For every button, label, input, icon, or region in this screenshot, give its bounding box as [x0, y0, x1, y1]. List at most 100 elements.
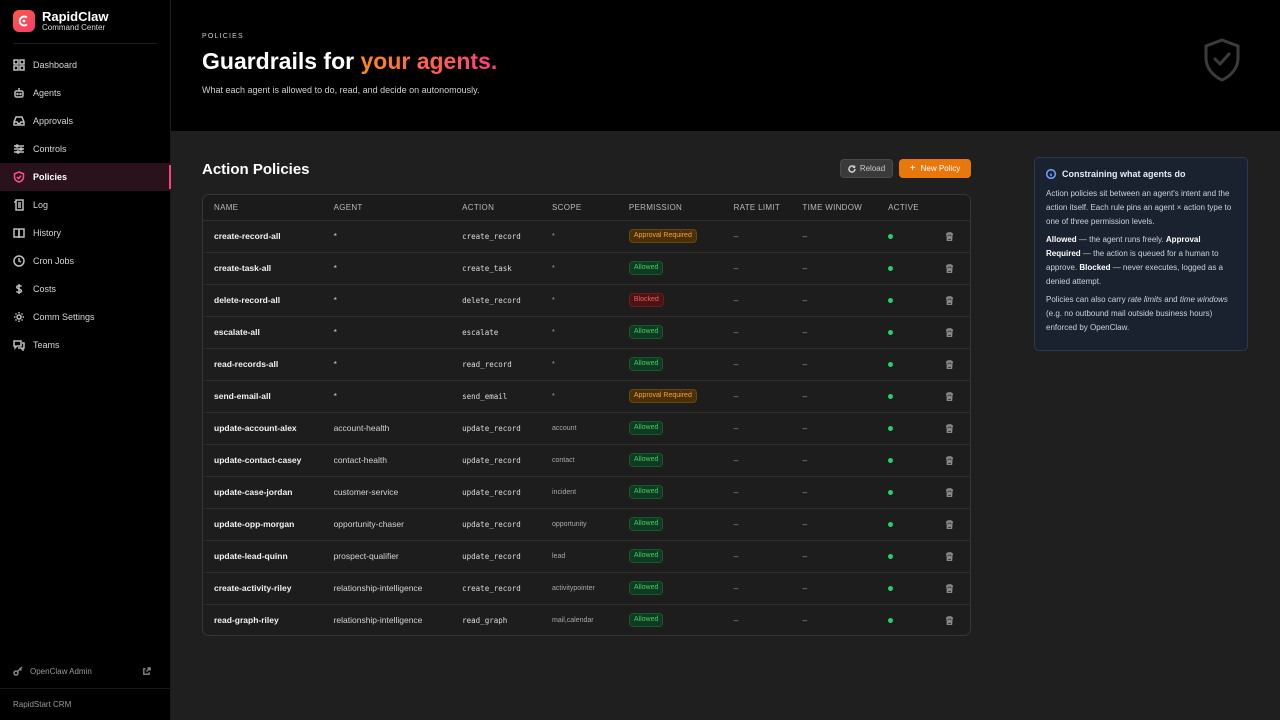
sidebar-item-label: Log [33, 200, 49, 210]
brand[interactable]: RapidClaw Command Center [13, 10, 108, 32]
sidebar-item-agents[interactable]: Agents [0, 79, 171, 107]
active-status-dot[interactable] [888, 554, 894, 559]
sidebar-item-approvals[interactable]: Approvals [0, 107, 171, 135]
sidebar-item-history[interactable]: History [0, 219, 171, 247]
table-row[interactable]: escalate-all * escalate * Allowed – – [203, 316, 970, 349]
inbox-icon [13, 116, 25, 126]
column-header-actions [934, 195, 970, 221]
policy-action: create_task [451, 252, 541, 285]
table-row[interactable]: update-opp-morgan opportunity-chaser updat… [203, 508, 970, 541]
trash-icon[interactable] [945, 423, 954, 433]
table-row[interactable]: update-account-alex account-health update_… [203, 412, 970, 445]
table-row[interactable]: send-email-all * send_email * Approval Requi… [203, 380, 970, 413]
sidebar-item-label: Agents [33, 88, 62, 98]
active-status-dot[interactable] [888, 426, 894, 431]
brand-name: RapidClaw [42, 9, 109, 24]
sidebar-nav: Dashboard Agents Approvals Controls Poli… [0, 51, 171, 359]
trash-icon[interactable] [945, 519, 954, 529]
info-text: Policies can also carry [1046, 295, 1128, 304]
active-status-dot[interactable] [888, 586, 894, 591]
policy-action: update_record [451, 476, 541, 509]
active-status-dot[interactable] [888, 490, 894, 495]
sidebar-item-label: Policies [33, 172, 68, 182]
trash-icon[interactable] [945, 359, 954, 369]
divider [0, 688, 171, 689]
policy-active-cell [877, 220, 935, 253]
table-row[interactable]: delete-record-all * delete_record * Blocked –… [203, 284, 970, 317]
plus-icon: + [909, 162, 916, 174]
table-row[interactable]: create-record-all * create_record * Approval… [203, 220, 970, 253]
trash-icon[interactable] [945, 263, 954, 273]
policy-agent: opportunity-chaser [322, 508, 452, 541]
active-status-dot[interactable] [888, 458, 894, 463]
policy-time-window: – [791, 348, 878, 381]
active-status-dot[interactable] [888, 394, 894, 399]
table-row[interactable]: create-task-all * create_task * Allowed – – [203, 252, 970, 285]
sidebar-item-policies[interactable]: Policies [0, 163, 171, 191]
sidebar-item-log[interactable]: Log [0, 191, 171, 219]
trash-icon[interactable] [945, 391, 954, 401]
info-paragraph-3: Policies can also carry rate limits and … [1046, 293, 1236, 335]
policy-delete-cell [934, 444, 970, 477]
trash-icon[interactable] [945, 327, 954, 337]
policy-scope: activitypointer [541, 572, 618, 605]
reload-button[interactable]: Reload [840, 159, 893, 178]
dollar-icon [15, 284, 23, 294]
active-status-dot[interactable] [888, 522, 894, 527]
page-title: Guardrails for your agents. [202, 48, 497, 75]
table-row[interactable]: update-contact-casey contact-health update… [203, 444, 970, 477]
active-status-dot[interactable] [888, 362, 894, 367]
trash-icon[interactable] [945, 455, 954, 465]
column-header: TIME WINDOW [791, 195, 878, 221]
sidebar-item-cron-jobs[interactable]: Cron Jobs [0, 247, 171, 275]
table-row[interactable]: read-graph-riley relationship-intelligenc… [203, 604, 970, 635]
trash-icon[interactable] [945, 616, 954, 625]
sidebar-item-comm-settings[interactable]: Comm Settings [0, 303, 171, 331]
sidebar-item-controls[interactable]: Controls [0, 135, 171, 163]
policy-permission-cell: Allowed [617, 476, 723, 509]
trash-icon[interactable] [945, 551, 954, 561]
permission-badge: Blocked [628, 293, 664, 307]
table-row[interactable]: read-records-all * read_record * Allowed – – [203, 348, 970, 381]
sidebar-item-teams[interactable]: Teams [0, 331, 171, 359]
policy-permission-cell: Approval Required [617, 380, 723, 413]
policy-time-window: – [791, 572, 878, 605]
info-paragraph-1: Action policies sit between an agent's i… [1046, 189, 1232, 226]
trash-icon[interactable] [945, 231, 954, 241]
permission-badge: Allowed [628, 357, 664, 371]
policy-active-cell [877, 284, 935, 317]
policy-permission-cell: Allowed [617, 348, 723, 381]
sidebar-item-costs[interactable]: Costs [0, 275, 171, 303]
term-time-windows: time windows [1179, 295, 1228, 304]
openclaw-admin-link[interactable]: OpenClaw Admin [13, 666, 158, 676]
sidebar-item-dashboard[interactable]: Dashboard [0, 51, 171, 79]
trash-icon[interactable] [945, 295, 954, 305]
divider [13, 43, 157, 44]
sidebar-item-label: Cron Jobs [33, 256, 75, 266]
permission-badge: Allowed [628, 581, 664, 595]
policy-delete-cell [934, 316, 970, 349]
policy-agent: prospect-qualifier [322, 540, 452, 573]
policy-scope: contact [541, 444, 618, 477]
table-row[interactable]: update-lead-quinn prospect-qualifier updat… [203, 540, 970, 573]
table-row[interactable]: update-case-jordan customer-service update… [203, 476, 970, 509]
table-row[interactable]: create-activity-riley relationship-intell… [203, 572, 970, 605]
scroll-icon [14, 199, 24, 211]
term-allowed: Allowed [1046, 235, 1077, 244]
policy-active-cell [877, 348, 935, 381]
policy-delete-cell [934, 380, 970, 413]
trash-icon[interactable] [945, 583, 954, 593]
active-status-dot[interactable] [888, 234, 894, 239]
page-subtitle: What each agent is allowed to do, read, … [202, 85, 480, 95]
table-header-row: NAME AGENT ACTION SCOPE PERMISSION RATE LIMIT… [203, 195, 970, 221]
active-status-dot[interactable] [888, 266, 894, 271]
policy-agent: * [322, 220, 452, 253]
trash-icon[interactable] [945, 487, 954, 497]
new-policy-button[interactable]: + New Policy [899, 159, 971, 178]
active-status-dot[interactable] [888, 618, 894, 624]
policy-scope: opportunity [541, 508, 618, 541]
clock-icon [13, 255, 25, 267]
active-status-dot[interactable] [888, 330, 894, 335]
page-header: POLICIES Guardrails for your agents. Wha… [171, 0, 1280, 131]
active-status-dot[interactable] [888, 298, 894, 303]
